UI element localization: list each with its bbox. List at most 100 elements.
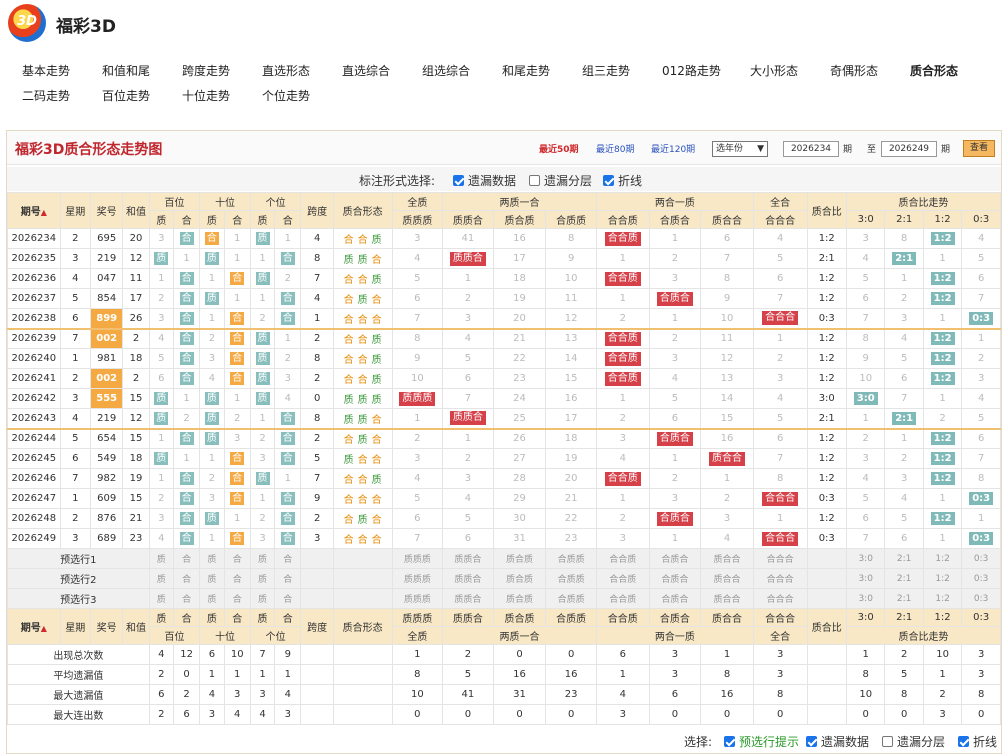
preselect-prime[interactable]: 质 <box>249 568 276 589</box>
preselect-prime[interactable]: 质 <box>148 568 174 589</box>
nav-item-8[interactable]: 012路走势 <box>662 62 721 79</box>
site-logo[interactable]: 3D <box>8 4 46 42</box>
nav-item-0[interactable]: 基本走势 <box>22 62 70 79</box>
preselect-form-ppp[interactable]: 质质质 <box>391 588 444 609</box>
nav-item-14[interactable]: 十位走势 <box>182 87 230 104</box>
preselect-form-ccc[interactable]: 合合合 <box>752 548 808 569</box>
preselect-form-pcp[interactable]: 质合质 <box>492 588 547 609</box>
preselect-form-ccp[interactable]: 合合质 <box>595 568 650 589</box>
preselect-comp[interactable]: 合 <box>172 548 201 569</box>
footer-option-checkbox[interactable]: 遗漏分层 <box>882 733 945 750</box>
preselect-form-pcp[interactable]: 质合质 <box>492 548 547 569</box>
period-to-input[interactable]: 2026249 <box>881 141 937 157</box>
ratio-cell: 1:2 <box>806 508 847 529</box>
comp-subheader: 合 <box>274 210 302 229</box>
preselect-ratio-r03[interactable]: 0:3 <box>961 568 1001 589</box>
range-120-link[interactable]: 最近120期 <box>651 142 695 155</box>
period-footer-header[interactable]: 期号▲ <box>7 608 61 645</box>
nav-item-7[interactable]: 组三走势 <box>582 62 630 79</box>
weekday-cell: 1 <box>59 488 91 509</box>
form-missing-cell: 17 <box>492 248 547 269</box>
nav-item-3[interactable]: 直选形态 <box>262 62 310 79</box>
form-missing-cell: 12 <box>545 308 597 329</box>
preselect-form-ppc[interactable]: 质质合 <box>442 568 494 589</box>
preselect-comp[interactable]: 合 <box>274 588 302 609</box>
preselect-form-ppc[interactable]: 质质合 <box>442 548 494 569</box>
preselect-form-cpc[interactable]: 合质合 <box>648 588 702 609</box>
preselect-comp[interactable]: 合 <box>223 568 251 589</box>
preselect-ratio-r03[interactable]: 0:3 <box>961 548 1001 569</box>
mark-layered-checkbox[interactable]: 遗漏分层 <box>529 172 592 189</box>
preselect-comp[interactable]: 合 <box>223 548 251 569</box>
preselect-form-cpc[interactable]: 合质合 <box>648 568 702 589</box>
nav-item-13[interactable]: 百位走势 <box>102 87 150 104</box>
preselect-form-ppc[interactable]: 质质合 <box>442 588 494 609</box>
preselect-prime[interactable]: 质 <box>199 588 225 609</box>
preselect-prime[interactable]: 质 <box>249 588 276 609</box>
form-missing-cell: 14 <box>700 388 754 409</box>
preselect-form-ccp[interactable]: 合合质 <box>595 548 650 569</box>
preselect-form-cpp[interactable]: 合质质 <box>545 588 597 609</box>
preselect-form-ccc[interactable]: 合合合 <box>752 568 808 589</box>
form-missing-cell: 17 <box>545 408 597 429</box>
preselect-ratio-r30[interactable]: 3:0 <box>845 588 886 609</box>
preselect-form-pcc[interactable]: 质合合 <box>700 588 754 609</box>
year-select[interactable]: 选年份 ▼ <box>712 141 768 157</box>
preselect-ratio-r21[interactable]: 2:1 <box>884 588 924 609</box>
range-50-link[interactable]: 最近50期 <box>539 142 579 155</box>
preselect-ratio-r30[interactable]: 3:0 <box>845 568 886 589</box>
nav-item-9[interactable]: 大小形态 <box>750 62 798 79</box>
mark-line-checkbox[interactable]: 折线 <box>603 172 642 189</box>
nav-item-6[interactable]: 和尾走势 <box>502 62 550 79</box>
stats-label: 最大遗漏值 <box>7 684 150 705</box>
footer-option-checkbox[interactable]: 预选行提示 <box>724 733 799 750</box>
preselect-form-pcp[interactable]: 质合质 <box>492 568 547 589</box>
range-80-link[interactable]: 最近80期 <box>596 142 634 155</box>
preselect-form-cpc[interactable]: 合质合 <box>648 548 702 569</box>
form-missing-cell: 28 <box>492 468 547 489</box>
stats-ratio-value: 10 <box>922 644 963 665</box>
footer-option-checkbox[interactable]: 遗漏数据 <box>806 733 869 750</box>
nav-item-1[interactable]: 和值和尾 <box>102 62 150 79</box>
preselect-ratio-r12[interactable]: 1:2 <box>922 548 963 569</box>
preselect-ratio-r30[interactable]: 3:0 <box>845 548 886 569</box>
preselect-comp[interactable]: 合 <box>274 568 302 589</box>
nav-item-5[interactable]: 组选综合 <box>422 62 470 79</box>
form-char: 质 <box>371 275 382 286</box>
preselect-comp[interactable]: 合 <box>172 568 201 589</box>
preselect-prime[interactable]: 质 <box>249 548 276 569</box>
preselect-comp[interactable]: 合 <box>172 588 201 609</box>
period-header[interactable]: 期号▲ <box>7 192 61 229</box>
mark-missing-data-checkbox[interactable]: 遗漏数据 <box>453 172 516 189</box>
preselect-prime[interactable]: 质 <box>199 568 225 589</box>
form-missing-cell: 5 <box>391 268 444 289</box>
preselect-ratio-r03[interactable]: 0:3 <box>961 588 1001 609</box>
preselect-prime[interactable]: 质 <box>148 588 174 609</box>
nav-item-4[interactable]: 直选综合 <box>342 62 390 79</box>
preselect-form-ppp[interactable]: 质质质 <box>391 548 444 569</box>
preselect-prime[interactable]: 质 <box>148 548 174 569</box>
preselect-form-ppp[interactable]: 质质质 <box>391 568 444 589</box>
nav-item-11[interactable]: 质合形态 <box>910 62 958 79</box>
preselect-form-cpp[interactable]: 合质质 <box>545 568 597 589</box>
preselect-form-pcc[interactable]: 质合合 <box>700 548 754 569</box>
preselect-form-ccc[interactable]: 合合合 <box>752 588 808 609</box>
preselect-ratio-r21[interactable]: 2:1 <box>884 568 924 589</box>
preselect-form-pcc[interactable]: 质合合 <box>700 568 754 589</box>
preselect-form-cpp[interactable]: 合质质 <box>545 548 597 569</box>
nav-item-15[interactable]: 个位走势 <box>262 87 310 104</box>
preselect-ratio-r12[interactable]: 1:2 <box>922 568 963 589</box>
nav-item-2[interactable]: 跨度走势 <box>182 62 230 79</box>
nav-item-12[interactable]: 二码走势 <box>22 87 70 104</box>
view-button[interactable]: 查看 <box>963 140 995 157</box>
nav-item-10[interactable]: 奇偶形态 <box>830 62 878 79</box>
period-from-input[interactable]: 2026234 <box>783 141 839 157</box>
preselect-comp[interactable]: 合 <box>274 548 302 569</box>
preselect-prime[interactable]: 质 <box>199 548 225 569</box>
preselect-ratio-r12[interactable]: 1:2 <box>922 588 963 609</box>
preselect-ratio-r21[interactable]: 2:1 <box>884 548 924 569</box>
preselect-form-ccp[interactable]: 合合质 <box>595 588 650 609</box>
preselect-comp[interactable]: 合 <box>223 588 251 609</box>
footer-option-checkbox[interactable]: 折线 <box>958 733 997 750</box>
stats-ratio-value: 8 <box>884 684 924 705</box>
